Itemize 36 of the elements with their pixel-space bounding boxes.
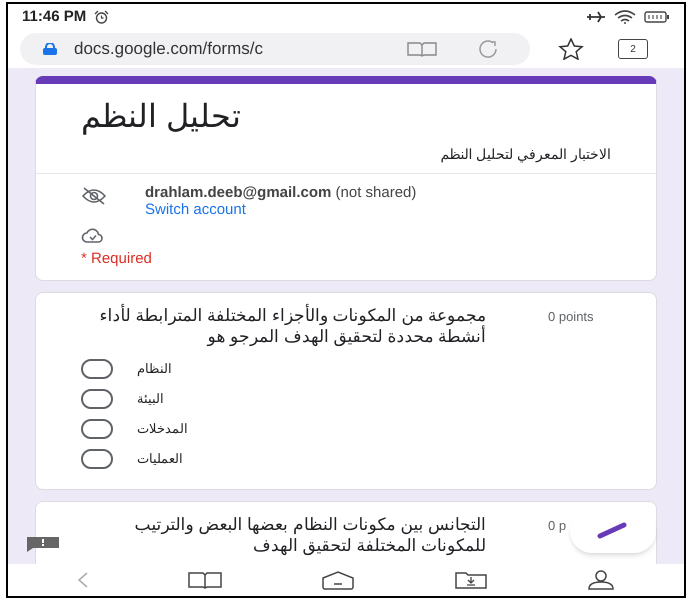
tab-count-button[interactable]: 2 <box>618 39 648 59</box>
radio-button[interactable] <box>81 419 113 440</box>
form-description: الاختبار المعرفي لتحليل النظم <box>440 144 611 164</box>
option-label: المدخلات <box>137 420 188 438</box>
feedback-icon[interactable] <box>25 536 61 552</box>
option-label: النظام <box>137 360 172 378</box>
url-text: docs.google.com/forms/c <box>74 38 263 60</box>
option-label: العمليات <box>137 450 183 468</box>
bookmarks-icon[interactable] <box>187 571 224 589</box>
home-icon[interactable] <box>320 570 356 590</box>
lock-icon <box>42 43 58 55</box>
wifi-icon <box>614 10 636 24</box>
points-label: 0 p <box>548 517 566 536</box>
airplane-icon <box>586 11 606 23</box>
question-text: التجانس بين مكونات النظام بعضها البعض والترتيب للمكونات المختلفة لتحقيق الهدف <box>134 514 486 556</box>
points-label: 0 points <box>548 308 594 326</box>
star-icon[interactable] <box>558 38 584 60</box>
battery-icon <box>644 11 670 23</box>
address-bar[interactable]: docs.google.com/forms/c <box>20 33 530 65</box>
download-icon[interactable] <box>452 570 489 590</box>
profile-icon[interactable] <box>586 569 616 591</box>
book-icon[interactable] <box>406 41 438 57</box>
required-note: * Required <box>81 248 153 269</box>
form-title: تحليل النظم <box>81 97 242 137</box>
switch-account-link[interactable]: Switch account <box>145 200 416 218</box>
alarm-icon <box>94 10 110 24</box>
status-time: 11:46 PM <box>22 6 86 27</box>
radio-button[interactable] <box>81 449 113 470</box>
cloud-check-icon <box>81 228 105 244</box>
option-label: البيئة <box>137 390 164 408</box>
radio-button[interactable] <box>81 389 113 410</box>
hidden-eye-icon <box>81 186 107 206</box>
radio-button[interactable] <box>81 359 113 380</box>
account-email: drahlam.deeb@gmail.com (not shared) <box>145 184 416 201</box>
question-text: مجموعة من المكونات والأجزاء المختلفة المترابطة لأداء أنشطة محددة لتحقيق الهدف المرجو هو <box>81 305 486 348</box>
edit-fab-button[interactable] <box>570 509 656 553</box>
